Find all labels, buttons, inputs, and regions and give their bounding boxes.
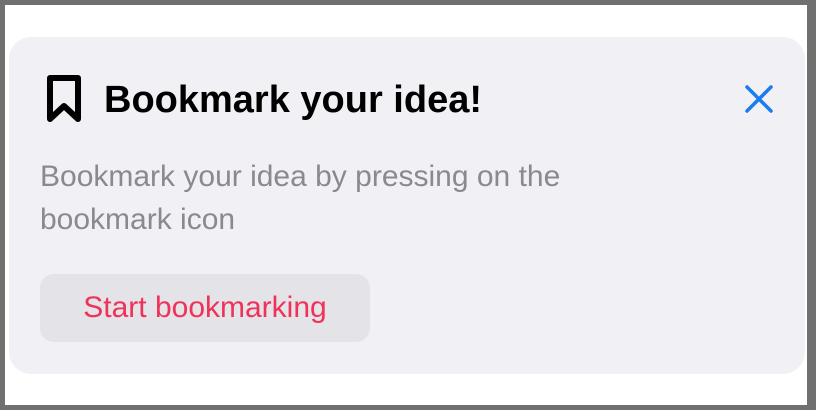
- start-bookmarking-button[interactable]: Start bookmarking: [40, 274, 370, 342]
- card-title: Bookmark your idea!: [104, 79, 482, 121]
- tip-card: Bookmark your idea! Bookmark your idea b…: [9, 37, 805, 374]
- screenshot-frame: Bookmark your idea! Bookmark your idea b…: [5, 5, 807, 405]
- bookmark-icon: [45, 74, 83, 124]
- close-icon[interactable]: [737, 85, 781, 125]
- card-description: Bookmark your idea by pressing on the bo…: [40, 160, 561, 236]
- close-button[interactable]: [737, 77, 781, 121]
